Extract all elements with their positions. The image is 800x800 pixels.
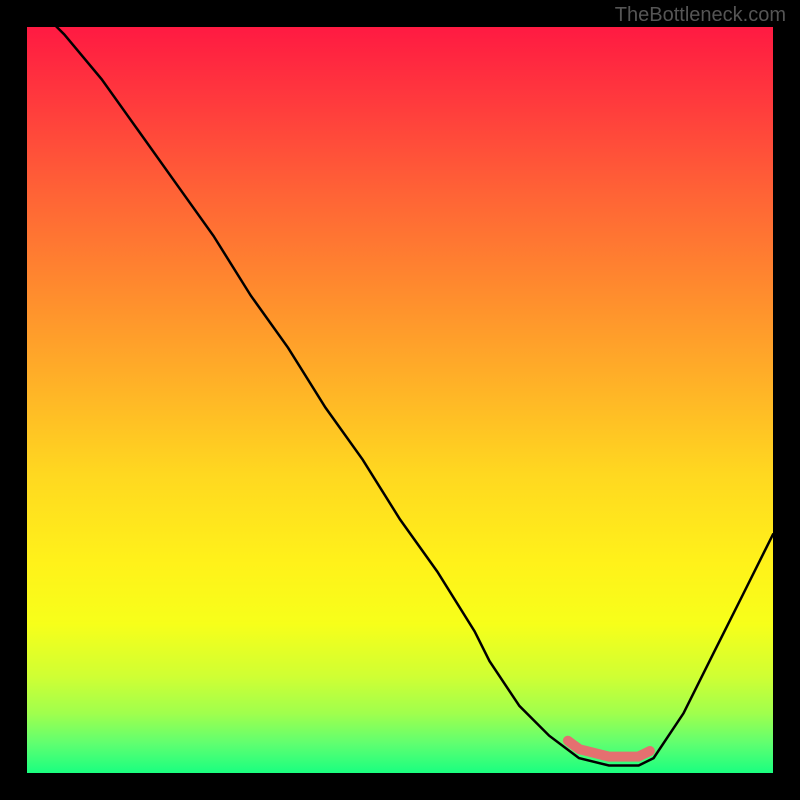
- bottleneck-curve: [27, 27, 773, 765]
- plot-area: [27, 27, 773, 773]
- chart-svg: [27, 27, 773, 773]
- watermark-text: TheBottleneck.com: [615, 4, 786, 27]
- highlight-band: [568, 741, 650, 757]
